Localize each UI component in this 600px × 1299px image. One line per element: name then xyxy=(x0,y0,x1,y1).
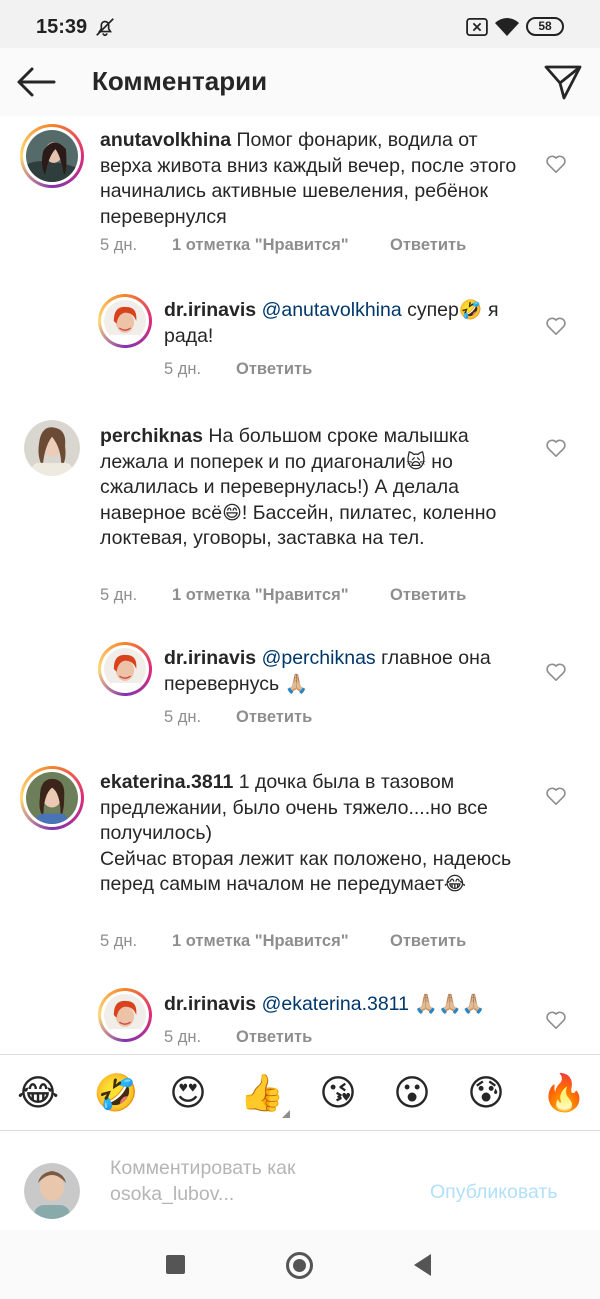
publish-button[interactable]: Опубликовать xyxy=(430,1181,558,1204)
avatar[interactable] xyxy=(98,294,152,348)
emoji-glyph: 🙏🏼 xyxy=(284,673,309,695)
comment-likes[interactable]: 1 отметка "Нравится" xyxy=(172,932,390,951)
page-title: Комментарии xyxy=(92,66,268,96)
comment-text: dr.irinavis @anutavolkhina супер🤣 я рада… xyxy=(164,299,499,347)
comment-item: dr.irinavis @perchiknas главное она пере… xyxy=(0,116,600,1054)
avatar[interactable] xyxy=(98,988,152,1042)
comment-username[interactable]: dr.irinavis xyxy=(164,299,256,321)
emoji-glyph: 🙀 xyxy=(405,451,426,473)
comment-time: 5 дн. xyxy=(164,360,202,378)
comments-list[interactable]: anutavolkhina Помог фонарик, водила от в… xyxy=(0,116,600,1054)
comment-meta: 5 дн. 1 отметка "Нравится" Ответить xyxy=(100,586,466,605)
reply-button[interactable]: Ответить xyxy=(390,236,466,255)
reply-button[interactable]: Ответить xyxy=(390,932,466,951)
comment-text: anutavolkhina Помог фонарик, водила от в… xyxy=(100,129,517,228)
emoji-variant-indicator xyxy=(282,1110,290,1118)
wifi-icon xyxy=(495,18,519,36)
status-bar: 15:39 58 xyxy=(0,0,600,48)
heart-outline-icon[interactable] xyxy=(545,438,567,458)
emoji-quick-button[interactable]: 😰 xyxy=(462,1071,510,1115)
avatar[interactable] xyxy=(98,642,152,696)
emoji-quick-button[interactable]: 🤣 xyxy=(92,1071,140,1115)
emoji-quick-button[interactable]: 🔥 xyxy=(540,1071,588,1115)
comment-time: 5 дн. xyxy=(164,708,202,726)
heart-outline-icon[interactable] xyxy=(545,662,567,682)
comment-meta: 5 дн. Ответить xyxy=(164,708,312,727)
avatar xyxy=(24,1163,80,1219)
heart-outline-icon[interactable] xyxy=(545,154,567,174)
comment-likes[interactable]: 1 отметка "Нравится" xyxy=(172,586,390,605)
paper-plane-icon[interactable] xyxy=(542,62,584,102)
comment-mention[interactable]: @anutavolkhina xyxy=(262,299,402,321)
comment-meta: 5 дн. Ответить xyxy=(164,1028,312,1047)
reply-button[interactable]: Ответить xyxy=(236,708,312,727)
notification-x-icon xyxy=(466,18,488,36)
comment-compose-bar: Комментировать как osoka_lubov... Опубли… xyxy=(0,1130,600,1230)
comment-input-username: osoka_lubov... xyxy=(110,1183,235,1205)
comment-time: 5 дн. xyxy=(164,1028,202,1046)
heart-outline-icon[interactable] xyxy=(545,316,567,336)
comment-likes[interactable]: 1 отметка "Нравится" xyxy=(172,236,390,255)
emoji-quick-button[interactable]: 😍 xyxy=(164,1071,212,1115)
comment-input[interactable]: Комментировать как osoka_lubov... xyxy=(110,1155,410,1207)
comment-mention[interactable]: @ekaterina.3811 xyxy=(262,993,409,1015)
comment-item: anutavolkhina Помог фонарик, водила от в… xyxy=(0,116,600,1054)
comment-text: perchiknas На большом сроке малышка лежа… xyxy=(100,425,497,549)
comment-text: dr.irinavis @perchiknas главное она пере… xyxy=(164,647,491,695)
comment-time: 5 дн. xyxy=(100,236,138,254)
comment-item: dr.irinavis @anutavolkhina супер🤣 я рада… xyxy=(0,116,600,1054)
reply-button[interactable]: Ответить xyxy=(236,360,312,379)
emoji-quick-button[interactable]: 😘 xyxy=(314,1071,362,1115)
emoji-glyph: 😄 xyxy=(222,502,242,524)
comment-input-placeholder: Комментировать как xyxy=(110,1157,296,1179)
comment-username[interactable]: anutavolkhina xyxy=(100,129,231,151)
arrow-left-icon[interactable] xyxy=(14,62,58,102)
emoji-glyph: 🙏🏼🙏🏼🙏🏼 xyxy=(414,994,486,1015)
comment-meta: 5 дн. 1 отметка "Нравится" Ответить xyxy=(100,236,466,255)
comment-username[interactable]: perchiknas xyxy=(100,425,203,447)
comment-time: 5 дн. xyxy=(100,932,138,950)
android-nav-bar xyxy=(0,1230,600,1299)
avatar[interactable] xyxy=(20,766,84,830)
status-time: 15:39 xyxy=(36,16,88,38)
battery-icon: 58 xyxy=(526,17,564,36)
comment-text: ekaterina.3811 1 дочка была в тазовом пр… xyxy=(100,771,512,895)
comment-username[interactable]: ekaterina.3811 xyxy=(100,771,233,793)
comment-item: perchiknas На большом сроке малышка лежа… xyxy=(0,116,600,1054)
emoji-quick-bar: 😂 🤣 😍 👍 😘 😮 😰 🔥 xyxy=(0,1054,600,1130)
comment-item: dr.irinavis @ekaterina.3811 🙏🏼🙏🏼🙏🏼 5 дн. О… xyxy=(0,116,600,1054)
emoji-quick-button[interactable]: 👍 xyxy=(238,1071,286,1115)
back-triangle-icon[interactable] xyxy=(414,1254,431,1276)
emoji-glyph: 😂 xyxy=(443,874,466,895)
reply-button[interactable]: Ответить xyxy=(236,1028,312,1047)
heart-outline-icon[interactable] xyxy=(545,786,567,806)
comment-username[interactable]: dr.irinavis xyxy=(164,647,256,669)
comment-username[interactable]: dr.irinavis xyxy=(164,993,256,1015)
emoji-quick-button[interactable]: 😮 xyxy=(388,1071,436,1115)
comment-text: dr.irinavis @ekaterina.3811 🙏🏼🙏🏼🙏🏼 xyxy=(164,992,520,1018)
home-icon[interactable] xyxy=(286,1252,313,1279)
emoji-glyph: 🤣 xyxy=(458,300,483,321)
emoji-quick-button[interactable]: 😂 xyxy=(14,1071,62,1115)
header: Комментарии xyxy=(0,48,600,116)
comment-mention[interactable]: @perchiknas xyxy=(262,647,376,669)
comment-meta: 5 дн. 1 отметка "Нравится" Ответить xyxy=(100,932,466,951)
heart-outline-icon[interactable] xyxy=(545,1010,567,1030)
bell-off-icon xyxy=(96,18,114,37)
comment-time: 5 дн. xyxy=(100,586,138,604)
avatar[interactable] xyxy=(24,420,80,476)
avatar[interactable] xyxy=(20,124,84,188)
comment-meta: 5 дн. Ответить xyxy=(164,360,312,379)
comment-item: ekaterina.3811 1 дочка была в тазовом пр… xyxy=(0,116,600,1054)
recents-icon[interactable] xyxy=(166,1255,185,1274)
reply-button[interactable]: Ответить xyxy=(390,586,466,605)
